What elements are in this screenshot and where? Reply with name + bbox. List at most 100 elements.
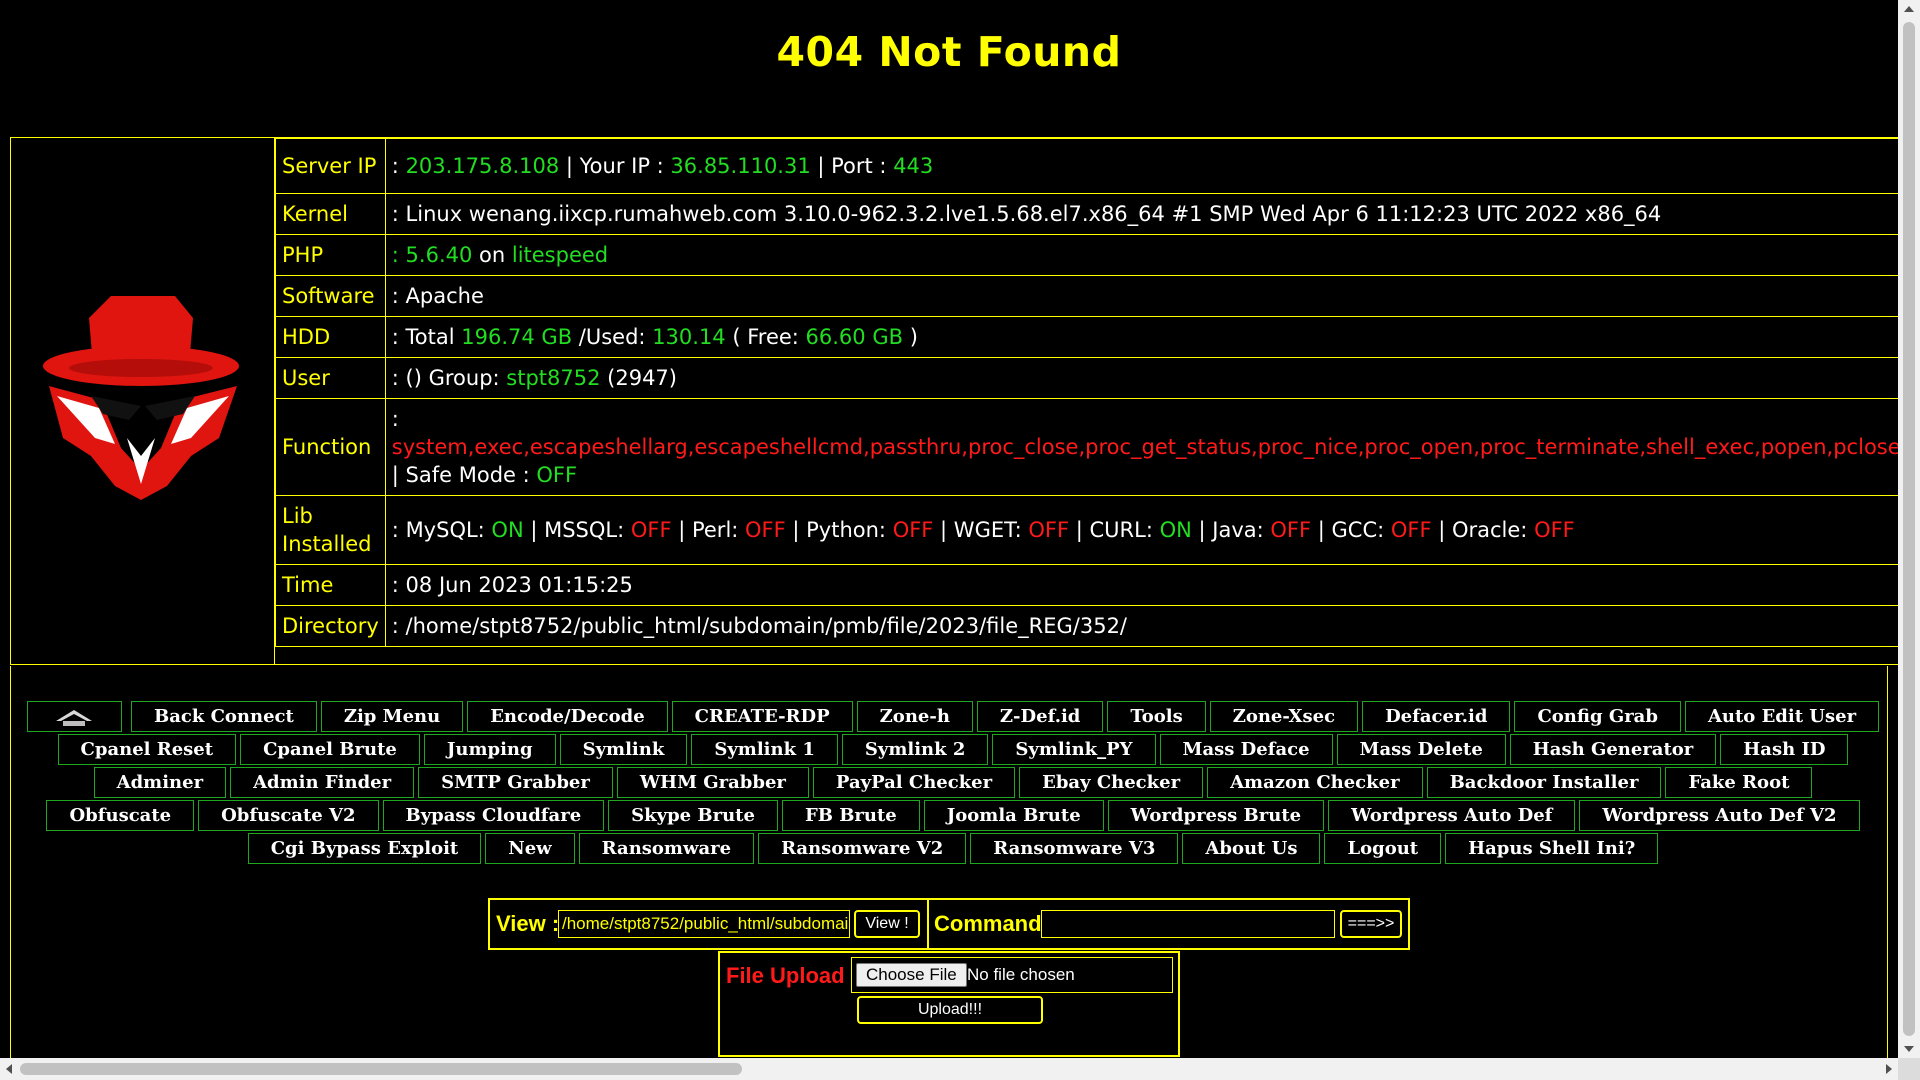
upload-button[interactable]: Upload!!! (857, 996, 1043, 1024)
row-time: Time : 08 Jun 2023 01:15:25 (275, 564, 1898, 606)
file-input[interactable]: Choose File No file chosen (851, 957, 1173, 993)
menu-button-cpanel-reset[interactable]: Cpanel Reset (57, 734, 237, 765)
menu-button-hash-generator[interactable]: Hash Generator (1509, 734, 1717, 765)
menu-button-about-us[interactable]: About Us (1182, 833, 1321, 864)
menu-button-config-grab[interactable]: Config Grab (1514, 701, 1681, 732)
menu-button-ransomware[interactable]: Ransomware (578, 833, 755, 864)
home-button[interactable] (26, 701, 122, 732)
menu-button-admin-finder[interactable]: Admin Finder (230, 767, 415, 798)
safe-mode-value: OFF (536, 463, 578, 487)
menu-button-fake-root[interactable]: Fake Root (1665, 767, 1813, 798)
menu-button-symlink-1[interactable]: Symlink 1 (691, 734, 838, 765)
command-input[interactable] (1041, 910, 1335, 938)
menu-button-wordpress-brute[interactable]: Wordpress Brute (1107, 800, 1325, 831)
lib-status: OFF (1028, 518, 1070, 542)
menu-button-create-rdp[interactable]: CREATE-RDP (671, 701, 853, 732)
server-ip-label: Server IP (275, 138, 386, 194)
menu-button-symlink-2[interactable]: Symlink 2 (841, 734, 989, 765)
scroll-up-arrow-icon[interactable] (1904, 6, 1914, 12)
lib-status: OFF (1270, 518, 1312, 542)
kernel-label: Kernel (275, 193, 386, 235)
server-info-panel: Server IP : 203.175.8.108 | Your IP : 36… (10, 137, 1898, 665)
safe-mode-label: | Safe Mode : (391, 463, 537, 487)
menu-button-ransomware-v2[interactable]: Ransomware V2 (758, 833, 967, 864)
command-submit-button[interactable]: ===>> (1340, 910, 1402, 938)
lib-status: ON (1159, 518, 1192, 542)
row-directory: Directory : /home/stpt8752/public_html/s… (275, 605, 1898, 647)
lib-name: | CURL: (1069, 518, 1160, 542)
menu-button-tools[interactable]: Tools (1107, 701, 1206, 732)
php-label: PHP (275, 234, 386, 276)
lib-value: : MySQL: ON | MSSQL: OFF | Perl: OFF | P… (384, 495, 1898, 565)
menu-button-smtp-grabber[interactable]: SMTP Grabber (418, 767, 613, 798)
kernel-value: : Linux wenang.iixcp.rumahweb.com 3.10.0… (384, 193, 1898, 235)
lib-colon: : (391, 518, 406, 542)
command-label: Command : (934, 911, 1055, 936)
php-server: litespeed (511, 243, 609, 267)
menu-button-amazon-checker[interactable]: Amazon Checker (1207, 767, 1423, 798)
hdd-free: 66.60 GB (805, 325, 904, 349)
horizontal-scrollbar[interactable] (0, 1058, 1898, 1080)
view-command-form: View : /home/stpt8752/public_html/subdom… (488, 898, 1410, 950)
menu-button-paypal-checker[interactable]: PayPal Checker (812, 767, 1016, 798)
time-label: Time (275, 564, 386, 606)
lib-name: MySQL: (405, 518, 492, 542)
menu-button-zone-h[interactable]: Zone-h (856, 701, 973, 732)
menu-button-cgi-bypass-exploit[interactable]: Cgi Bypass Exploit (247, 833, 482, 864)
menu-button-zip-menu[interactable]: Zip Menu (320, 701, 464, 732)
menu-button-obfuscate[interactable]: Obfuscate (46, 800, 195, 831)
menu-button-zone-xsec[interactable]: Zone-Xsec (1209, 701, 1359, 732)
menu-button-obfuscate-v2[interactable]: Obfuscate V2 (198, 800, 379, 831)
lib-status: OFF (745, 518, 786, 542)
view-button[interactable]: View ! (854, 910, 920, 938)
menu-button-whm-grabber[interactable]: WHM Grabber (616, 767, 809, 798)
menu-button-ransomware-v3[interactable]: Ransomware V3 (970, 833, 1179, 864)
software-value: : Apache (384, 275, 1898, 317)
menu-button-symlink[interactable]: Symlink (559, 734, 688, 765)
menu-button-skype-brute[interactable]: Skype Brute (608, 800, 778, 831)
menu-button-hapus-shell-ini[interactable]: Hapus Shell Ini? (1445, 833, 1659, 864)
hdd-close: ) (903, 325, 918, 349)
menu-button-ebay-checker[interactable]: Ebay Checker (1019, 767, 1204, 798)
menu-button-encode-decode[interactable]: Encode/Decode (467, 701, 668, 732)
menu-button-z-def-id[interactable]: Z-Def.id (976, 701, 1104, 732)
menu-button-symlink-py[interactable]: Symlink_PY (992, 734, 1156, 765)
menu-button-auto-edit-user[interactable]: Auto Edit User (1684, 701, 1880, 732)
tool-menu: Back Connect Zip Menu Encode/Decode CREATE-… (23, 700, 1883, 865)
scroll-right-arrow-icon[interactable] (1886, 1064, 1892, 1074)
menu-button-mass-delete[interactable]: Mass Delete (1336, 734, 1506, 765)
port: 443 (893, 154, 934, 178)
choose-file-button[interactable]: Choose File (856, 963, 967, 987)
menu-button-joomla-brute[interactable]: Joomla Brute (923, 800, 1104, 831)
menu-button-logout[interactable]: Logout (1324, 833, 1442, 864)
php-version: : 5.6.40 (391, 243, 473, 267)
menu-button-backdoor-installer[interactable]: Backdoor Installer (1426, 767, 1662, 798)
user-gid: (2947) (600, 366, 677, 390)
vertical-scrollbar[interactable] (1898, 0, 1920, 1058)
menu-button-bypass-cloudfare[interactable]: Bypass Cloudfare (382, 800, 605, 831)
hdd-used-label: /Used: (572, 325, 653, 349)
menu-button-hash-id[interactable]: Hash ID (1720, 734, 1849, 765)
php-on: on (472, 243, 512, 267)
disabled-functions: system,exec,escapeshellarg,escapeshellcm… (391, 435, 1898, 459)
menu-button-mass-deface[interactable]: Mass Deface (1159, 734, 1333, 765)
scroll-left-arrow-icon[interactable] (6, 1064, 12, 1074)
horizontal-scroll-thumb[interactable] (20, 1063, 742, 1075)
menu-button-wordpress-auto-def-v2[interactable]: Wordpress Auto Def V2 (1579, 800, 1860, 831)
menu-button-cpanel-brute[interactable]: Cpanel Brute (240, 734, 420, 765)
menu-button-adminer[interactable]: Adminer (93, 767, 227, 798)
hdd-label: HDD (275, 316, 386, 358)
menu-button-wordpress-auto-def[interactable]: Wordpress Auto Def (1328, 800, 1576, 831)
scroll-down-arrow-icon[interactable] (1904, 1046, 1914, 1052)
function-label: Function (275, 398, 386, 496)
logo-cell (11, 138, 275, 664)
directory-label: Directory (275, 605, 386, 647)
view-path-input[interactable]: /home/stpt8752/public_html/subdomain (558, 910, 850, 938)
menu-button-new[interactable]: New (485, 833, 575, 864)
menu-button-jumping[interactable]: Jumping (423, 734, 556, 765)
menu-button-defacer-id[interactable]: Defacer.id (1362, 701, 1511, 732)
vertical-scroll-thumb[interactable] (1903, 22, 1915, 1036)
function-colon: : (391, 407, 399, 431)
menu-button-fb-brute[interactable]: FB Brute (781, 800, 920, 831)
menu-button-back-connect[interactable]: Back Connect (131, 701, 317, 732)
